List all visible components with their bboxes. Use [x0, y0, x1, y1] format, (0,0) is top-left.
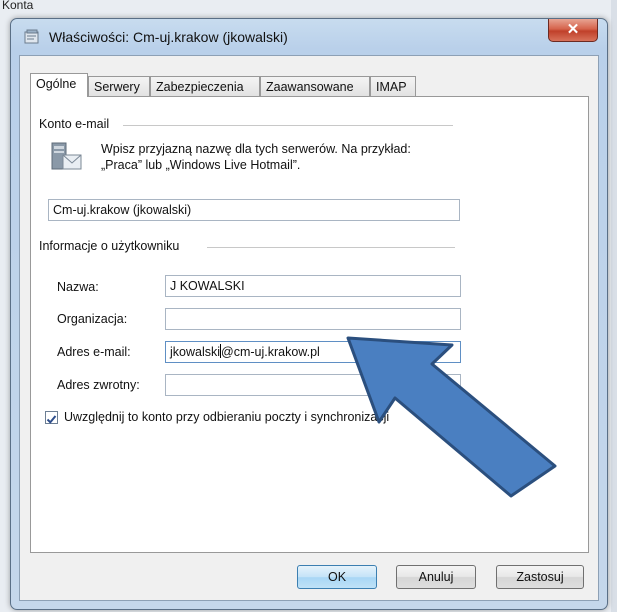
- background-window-edge: [611, 0, 617, 612]
- tab-ogolne[interactable]: Ogólne: [30, 73, 88, 97]
- close-icon: ✕: [566, 21, 580, 38]
- tab-serwery[interactable]: Serwery: [88, 76, 150, 96]
- tab-panel-ogolne: Konto e-mail Wpisz przyjazną nazwę dla t…: [30, 96, 589, 553]
- apply-button[interactable]: Zastosuj: [496, 565, 584, 589]
- group-divider: [207, 247, 455, 248]
- reply-address-field[interactable]: [165, 374, 461, 396]
- email-field[interactable]: jkowalski@cm-uj.krakow.pl: [165, 341, 461, 363]
- cancel-button[interactable]: Anuluj: [396, 565, 476, 589]
- organization-label: Organizacja:: [57, 312, 128, 326]
- reply-address-label: Adres zwrotny:: [57, 378, 140, 392]
- info-text: Wpisz przyjazną nazwę dla tych serwerów.…: [101, 141, 501, 173]
- dialog-client-area: Ogólne Serwery Zabezpieczenia Zaawansowa…: [19, 55, 599, 601]
- name-field[interactable]: J KOWALSKI: [165, 275, 461, 297]
- name-label: Nazwa:: [57, 280, 99, 294]
- email-value-part2: @cm-uj.krakow.pl: [221, 345, 320, 359]
- include-account-checkbox[interactable]: [45, 411, 58, 424]
- group-label-user: Informacje o użytkowniku: [39, 239, 184, 253]
- mail-account-icon: [24, 29, 39, 44]
- title-bar[interactable]: Właściwości: Cm-uj.krakow (jkowalski) ✕: [11, 19, 607, 55]
- account-name-field[interactable]: Cm-uj.krakow (jkowalski): [48, 199, 460, 221]
- include-account-label[interactable]: Uwzględnij to konto przy odbieraniu pocz…: [64, 410, 389, 424]
- monitor-mail-icon: [51, 142, 82, 170]
- dialog-title: Właściwości: Cm-uj.krakow (jkowalski): [49, 29, 288, 45]
- email-value-part1: jkowalski: [170, 345, 221, 359]
- group-divider: [123, 125, 453, 126]
- close-button[interactable]: ✕: [548, 19, 598, 42]
- tab-imap[interactable]: IMAP: [370, 76, 416, 96]
- properties-dialog: Właściwości: Cm-uj.krakow (jkowalski) ✕ …: [10, 18, 608, 610]
- organization-field[interactable]: [165, 308, 461, 330]
- background-konta-label: Konta: [2, 0, 34, 12]
- checkmark-icon: [46, 415, 57, 424]
- group-label-account: Konto e-mail: [39, 117, 114, 131]
- ok-button[interactable]: OK: [297, 565, 377, 589]
- info-line-1: Wpisz przyjazną nazwę dla tych serwerów.…: [101, 142, 411, 156]
- tab-zabezpieczenia[interactable]: Zabezpieczenia: [150, 76, 260, 96]
- info-line-2: „Praca” lub „Windows Live Hotmail”.: [101, 158, 301, 172]
- email-label: Adres e-mail:: [57, 345, 131, 359]
- tab-zaawansowane[interactable]: Zaawansowane: [260, 76, 370, 96]
